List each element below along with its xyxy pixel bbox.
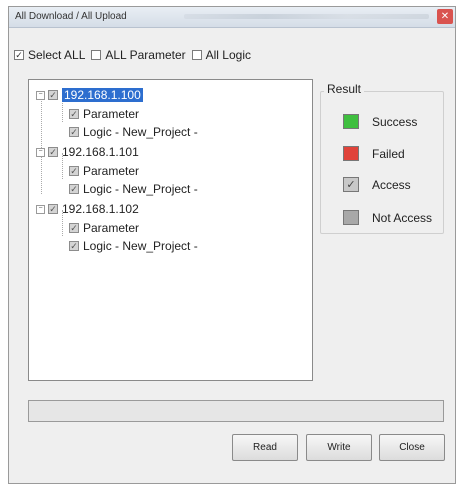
legend-success: Success	[343, 114, 417, 129]
tree-node-label[interactable]: Parameter	[83, 107, 139, 121]
logic-checkbox[interactable]: ✓	[69, 127, 79, 137]
legend-access: ✓ Access	[343, 177, 411, 192]
all-logic-checkbox[interactable]: All Logic	[191, 48, 251, 62]
tree-node-device-1-parameter[interactable]: ✓ Parameter	[69, 107, 139, 121]
legend-label: Failed	[372, 146, 405, 161]
tree-node-device-1-logic[interactable]: ✓ Logic - New_Project -	[69, 125, 198, 139]
tree-node-device-3-parameter[interactable]: ✓ Parameter	[69, 221, 139, 235]
parameter-checkbox[interactable]: ✓	[69, 109, 79, 119]
all-logic-check-icon[interactable]	[191, 50, 202, 60]
tree-node-label[interactable]: Parameter	[83, 221, 139, 235]
tree-node-label[interactable]: Logic - New_Project -	[83, 125, 198, 139]
selection-options: ✓ Select ALL ALL Parameter All Logic	[14, 48, 257, 62]
read-button[interactable]: Read	[232, 434, 298, 461]
select-all-check-icon[interactable]: ✓	[14, 50, 24, 60]
result-legend-title: Result	[324, 82, 365, 96]
legend-label: Success	[372, 114, 418, 129]
logic-checkbox[interactable]: ✓	[69, 241, 79, 251]
logic-checkbox[interactable]: ✓	[69, 184, 79, 194]
legend-not-access: Not Access	[343, 210, 432, 225]
tree-node-label[interactable]: Logic - New_Project -	[83, 239, 198, 253]
legend-failed: Failed	[343, 146, 405, 161]
all-parameter-label: ALL Parameter	[105, 48, 186, 62]
device-1-checkbox[interactable]: ✓	[48, 90, 58, 100]
transfer-progress-bar	[28, 400, 444, 422]
all-parameter-checkbox[interactable]: ALL Parameter	[91, 48, 186, 62]
legend-label: Access	[372, 177, 411, 192]
collapse-icon[interactable]: −	[36, 90, 45, 100]
tree-node-device-1[interactable]: − ✓ 192.168.1.100	[36, 88, 143, 102]
all-parameter-check-icon[interactable]	[91, 50, 102, 60]
title-bar: All Download / All Upload ✕	[9, 7, 455, 28]
tree-node-device-2-logic[interactable]: ✓ Logic - New_Project -	[69, 182, 198, 196]
write-button[interactable]: Write	[306, 434, 372, 461]
parameter-checkbox[interactable]: ✓	[69, 223, 79, 233]
collapse-icon[interactable]: −	[36, 147, 45, 157]
device-3-ip[interactable]: 192.168.1.102	[62, 202, 139, 216]
select-all-checkbox[interactable]: ✓ Select ALL	[14, 48, 85, 62]
close-button[interactable]: Close	[379, 434, 445, 461]
title-bar-decoration	[184, 14, 429, 19]
tree-node-device-3-logic[interactable]: ✓ Logic - New_Project -	[69, 239, 198, 253]
window-title: All Download / All Upload	[15, 11, 127, 22]
failed-swatch-icon	[343, 146, 359, 161]
device-3-checkbox[interactable]: ✓	[48, 204, 58, 214]
select-all-label: Select ALL	[28, 48, 86, 62]
access-swatch-icon: ✓	[343, 177, 359, 192]
legend-label: Not Access	[372, 210, 433, 225]
tree-node-label[interactable]: Parameter	[83, 164, 139, 178]
tree-node-device-2[interactable]: − ✓ 192.168.1.101	[36, 145, 139, 159]
window-close-icon[interactable]: ✕	[437, 9, 453, 24]
tree-node-label[interactable]: Logic - New_Project -	[83, 182, 198, 196]
success-swatch-icon	[343, 114, 359, 129]
tree-node-device-3[interactable]: − ✓ 192.168.1.102	[36, 202, 139, 216]
tree-node-device-2-parameter[interactable]: ✓ Parameter	[69, 164, 139, 178]
collapse-icon[interactable]: −	[36, 204, 45, 214]
not-access-swatch-icon	[343, 210, 359, 225]
all-logic-label: All Logic	[205, 48, 251, 62]
device-2-ip[interactable]: 192.168.1.101	[62, 145, 139, 159]
parameter-checkbox[interactable]: ✓	[69, 166, 79, 176]
device-1-ip[interactable]: 192.168.1.100	[62, 88, 143, 102]
device-tree[interactable]: − ✓ 192.168.1.100 ✓ Parameter ✓ Logic - …	[28, 79, 313, 381]
device-2-checkbox[interactable]: ✓	[48, 147, 58, 157]
